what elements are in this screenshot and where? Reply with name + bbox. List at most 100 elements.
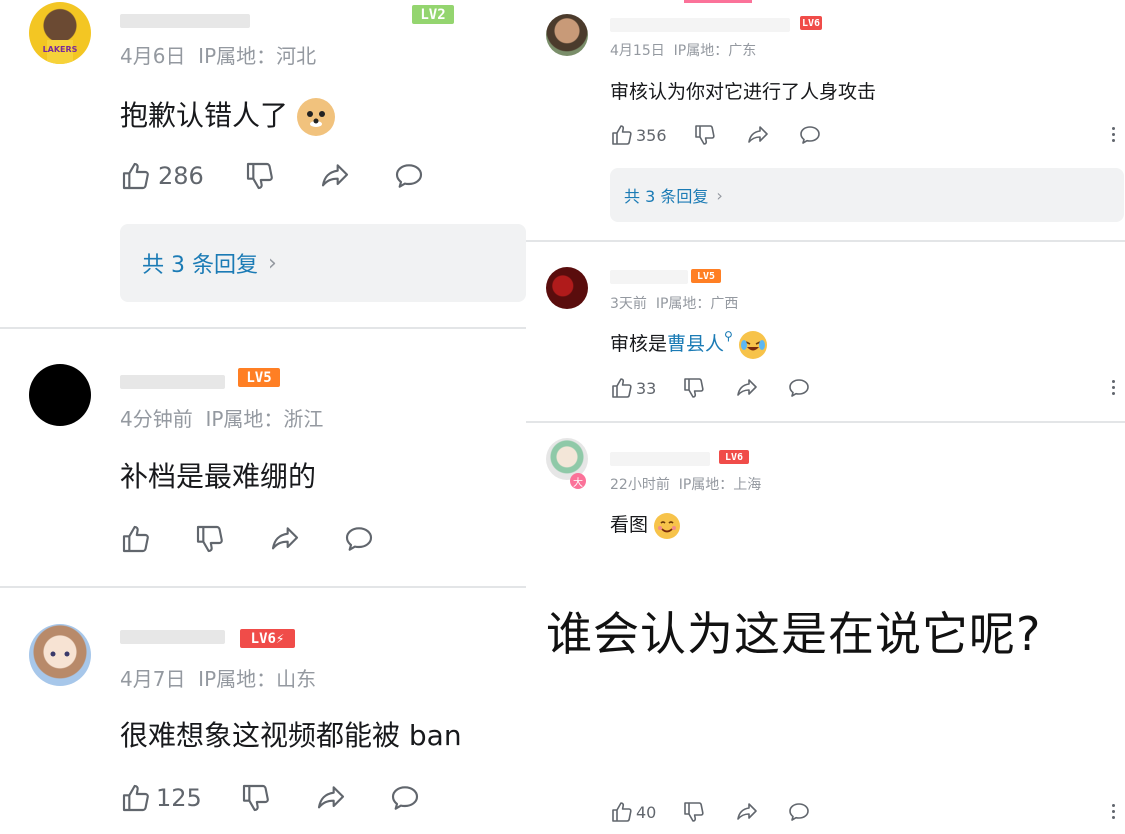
comment-actions: 33 bbox=[610, 376, 812, 400]
attached-image-caption: 谁会认为这是在说它呢? bbox=[546, 607, 1042, 661]
reply-button[interactable] bbox=[786, 800, 812, 824]
dislike-button[interactable] bbox=[682, 376, 706, 400]
thumbs-up-icon bbox=[612, 802, 632, 822]
left-panel: LAKERS LV2 4月6日 IP属地：河北 抱歉认错人了 286 共 3 条… bbox=[0, 0, 526, 834]
comment-text: 审核是曹县人⚲ bbox=[610, 329, 767, 359]
reply-button[interactable] bbox=[392, 160, 426, 192]
like-button[interactable] bbox=[120, 523, 152, 555]
thumbs-down-icon bbox=[684, 378, 704, 398]
dislike-button[interactable] bbox=[682, 800, 706, 824]
vip-badge: 大 bbox=[570, 473, 586, 489]
avatar-image: LAKERS bbox=[43, 40, 78, 64]
share-button[interactable] bbox=[734, 800, 760, 824]
avatar[interactable] bbox=[29, 624, 91, 686]
comment-date: 4分钟前 bbox=[120, 407, 193, 431]
comment-actions: 40 bbox=[610, 800, 812, 824]
thumbs-up-icon bbox=[612, 378, 632, 398]
share-button[interactable] bbox=[314, 782, 348, 814]
ip-location: IP属地：浙江 bbox=[205, 407, 324, 431]
search-icon: ⚲ bbox=[724, 329, 733, 343]
comment-actions: 286 bbox=[120, 160, 426, 192]
reply-button[interactable] bbox=[786, 376, 812, 400]
comment-meta: 4月7日 IP属地：山东 bbox=[120, 663, 316, 692]
level-badge: LV5 bbox=[238, 368, 280, 387]
comment-text-content: 抱歉认错人了 bbox=[120, 99, 289, 132]
reply-button[interactable] bbox=[388, 782, 422, 814]
comment-date: 4月15日 bbox=[610, 43, 665, 59]
comment-actions: 125 bbox=[120, 782, 422, 814]
like-button[interactable]: 125 bbox=[120, 782, 202, 814]
more-options-icon[interactable] bbox=[1112, 127, 1116, 145]
like-button[interactable]: 286 bbox=[120, 160, 204, 192]
comment-text: 审核认为你对它进行了人身攻击 bbox=[610, 81, 877, 103]
avatar[interactable] bbox=[546, 267, 588, 309]
like-button[interactable]: 356 bbox=[610, 123, 667, 147]
thumbs-up-icon bbox=[122, 162, 149, 190]
dislike-button[interactable] bbox=[240, 782, 272, 814]
dislike-button[interactable] bbox=[693, 123, 717, 147]
thumbs-up-icon bbox=[122, 525, 149, 553]
replies-count-label: 共 3 条回复 bbox=[624, 187, 709, 206]
replies-count-label: 共 3 条回复 bbox=[142, 253, 258, 278]
right-panel: LV6 4月15日 IP属地：广东 审核认为你对它进行了人身攻击 356 共 3… bbox=[526, 0, 1125, 834]
top-tab-indicator bbox=[684, 0, 752, 3]
comment-meta: 4月6日 IP属地：河北 bbox=[120, 40, 316, 69]
thumbs-down-icon bbox=[242, 784, 269, 812]
ip-location: IP属地：广东 bbox=[673, 43, 757, 59]
comment-date: 4月7日 bbox=[120, 667, 186, 691]
reply-button[interactable] bbox=[342, 523, 376, 555]
share-button[interactable] bbox=[734, 376, 760, 400]
thumbs-down-icon bbox=[684, 802, 704, 822]
reply-button[interactable] bbox=[797, 123, 823, 147]
search-link[interactable]: 曹县人 bbox=[667, 333, 724, 355]
dislike-button[interactable] bbox=[244, 160, 276, 192]
comment-text: 抱歉认错人了 bbox=[120, 94, 335, 136]
username-redacted bbox=[610, 18, 790, 32]
avatar-image bbox=[50, 651, 70, 657]
avatar[interactable] bbox=[546, 14, 588, 56]
like-count: 33 bbox=[636, 378, 657, 398]
comment-bubble-icon bbox=[391, 786, 418, 810]
comment-meta: 4分钟前 IP属地：浙江 bbox=[120, 403, 323, 432]
comment-bubble-icon bbox=[345, 527, 373, 551]
comment-bubble-icon bbox=[395, 164, 422, 188]
divider bbox=[0, 586, 526, 588]
ip-location: IP属地：河北 bbox=[198, 44, 317, 68]
more-options-icon[interactable] bbox=[1112, 804, 1116, 822]
comment-meta: 22小时前 IP属地：上海 bbox=[610, 474, 761, 494]
share-button[interactable] bbox=[268, 523, 302, 555]
comment-meta: 4月15日 IP属地：广东 bbox=[610, 40, 756, 60]
like-button[interactable]: 40 bbox=[610, 800, 656, 824]
chevron-right-icon: › bbox=[716, 185, 723, 205]
share-button[interactable] bbox=[745, 123, 771, 147]
comment-text: 补档是最难绷的 bbox=[120, 460, 317, 493]
comment-text-content: 看图 bbox=[610, 514, 649, 536]
comment-date: 3天前 bbox=[610, 296, 647, 312]
username-redacted bbox=[610, 270, 688, 284]
share-button[interactable] bbox=[318, 160, 352, 192]
level-badge: LV2 bbox=[412, 5, 454, 24]
more-options-icon[interactable] bbox=[1112, 380, 1116, 398]
share-icon bbox=[747, 126, 768, 143]
avatar[interactable] bbox=[29, 364, 91, 426]
dislike-button[interactable] bbox=[194, 523, 226, 555]
avatar[interactable]: LAKERS bbox=[29, 2, 91, 64]
laughing-crying-emoji-icon bbox=[738, 330, 767, 359]
divider bbox=[526, 240, 1125, 242]
view-replies-button[interactable]: 共 3 条回复 › bbox=[120, 224, 526, 302]
username-redacted bbox=[610, 452, 710, 466]
like-count: 125 bbox=[156, 784, 202, 812]
comment-bubble-icon bbox=[789, 379, 810, 397]
smile-emoji-icon bbox=[654, 512, 681, 539]
comment-meta: 3天前 IP属地：广西 bbox=[610, 293, 738, 313]
like-count: 40 bbox=[636, 802, 657, 822]
thumbs-up-icon bbox=[122, 784, 149, 812]
share-icon bbox=[271, 527, 299, 550]
thumbs-down-icon bbox=[694, 125, 715, 145]
like-button[interactable]: 33 bbox=[610, 376, 656, 400]
thumbs-up-icon bbox=[612, 125, 632, 145]
share-icon bbox=[321, 164, 348, 187]
view-replies-button[interactable]: 共 3 条回复 › bbox=[610, 168, 1124, 222]
ip-location: IP属地：山东 bbox=[198, 667, 317, 691]
thumbs-down-icon bbox=[196, 525, 223, 553]
